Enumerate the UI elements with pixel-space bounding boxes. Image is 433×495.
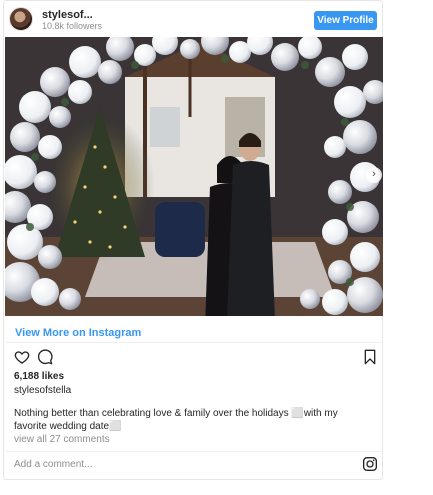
likes-count[interactable]: 6,188 likes <box>14 371 64 382</box>
comment-icon[interactable] <box>37 349 53 365</box>
instagram-logo-icon[interactable] <box>362 456 378 472</box>
chevron-right-icon: › <box>372 168 376 180</box>
avatar[interactable] <box>9 7 33 31</box>
heart-icon[interactable] <box>14 349 30 365</box>
bookmark-icon[interactable] <box>362 349 378 365</box>
followers-count: 10.8k followers <box>42 21 103 31</box>
add-comment-input[interactable]: Add a comment... <box>14 459 92 470</box>
view-profile-button[interactable]: View Profile <box>314 11 377 30</box>
username[interactable]: stylesof... <box>42 9 93 21</box>
carousel-next-button[interactable]: › <box>366 167 382 183</box>
post-photo[interactable]: › <box>5 37 383 316</box>
post-header: stylesof... 10.8k followers View Profile <box>0 0 378 38</box>
photo-illustration <box>5 37 383 316</box>
divider <box>5 342 383 343</box>
view-comments-link[interactable]: view all 27 comments <box>14 434 110 445</box>
divider <box>5 451 383 452</box>
caption-text: Nothing better than celebrating love & f… <box>14 408 338 432</box>
view-more-link[interactable]: View More on Instagram <box>15 327 141 339</box>
caption-username[interactable]: stylesofstella <box>14 385 71 396</box>
